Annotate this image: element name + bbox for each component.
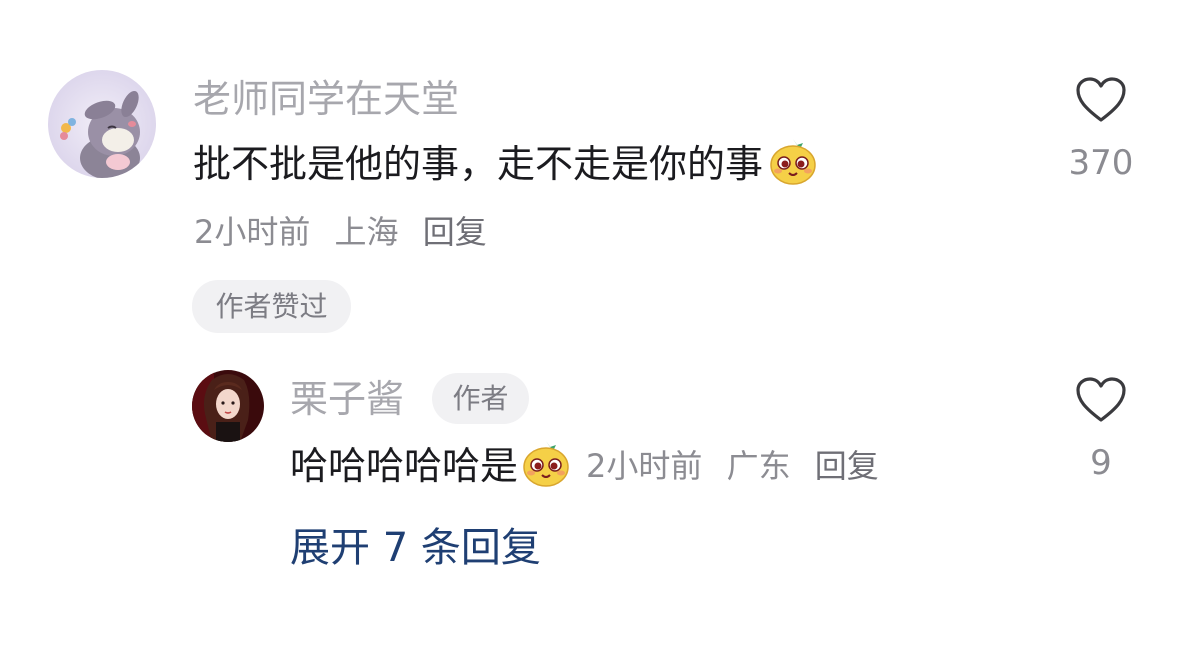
mango-smile-icon	[767, 135, 819, 193]
comment-text: 批不批是他的事，走不走是你的事	[193, 139, 819, 188]
reply-time: 2小时前	[586, 447, 703, 485]
reply-reply-button[interactable]: 回复	[815, 447, 879, 485]
author-tag: 作者	[432, 373, 529, 424]
comment-like-count: 370	[1068, 143, 1134, 183]
reply-line: 哈哈哈哈哈是 2小时前 广东 回复	[290, 441, 879, 490]
heart-icon[interactable]	[1075, 376, 1127, 424]
comment-like[interactable]: 370	[1060, 76, 1142, 180]
replier-username[interactable]: 栗子酱	[290, 380, 404, 418]
reply-like-count: 9	[1090, 443, 1112, 483]
comment-time: 2小时前	[194, 213, 311, 251]
commenter-username[interactable]: 老师同学在天堂	[193, 80, 459, 118]
reply-location: 广东	[726, 447, 791, 485]
commenter-avatar[interactable]	[48, 70, 156, 178]
reply-text: 哈哈哈哈哈是	[290, 444, 519, 488]
reply-meta: 2小时前 广东 回复	[586, 450, 879, 482]
comment-text-body: 批不批是他的事，走不走是你的事	[193, 142, 764, 186]
heart-icon[interactable]	[1075, 76, 1127, 124]
comment-reply-button[interactable]: 回复	[423, 213, 487, 251]
replier-avatar[interactable]	[192, 370, 264, 442]
comment-location: 上海	[334, 213, 399, 251]
comment-meta: 2小时前 上海 回复	[194, 216, 487, 248]
mango-smile-icon	[520, 437, 572, 495]
author-liked-badge: 作者赞过	[192, 280, 351, 333]
expand-replies-link[interactable]: 展开 7 条回复	[290, 528, 541, 568]
reply-like[interactable]: 9	[1060, 376, 1142, 480]
